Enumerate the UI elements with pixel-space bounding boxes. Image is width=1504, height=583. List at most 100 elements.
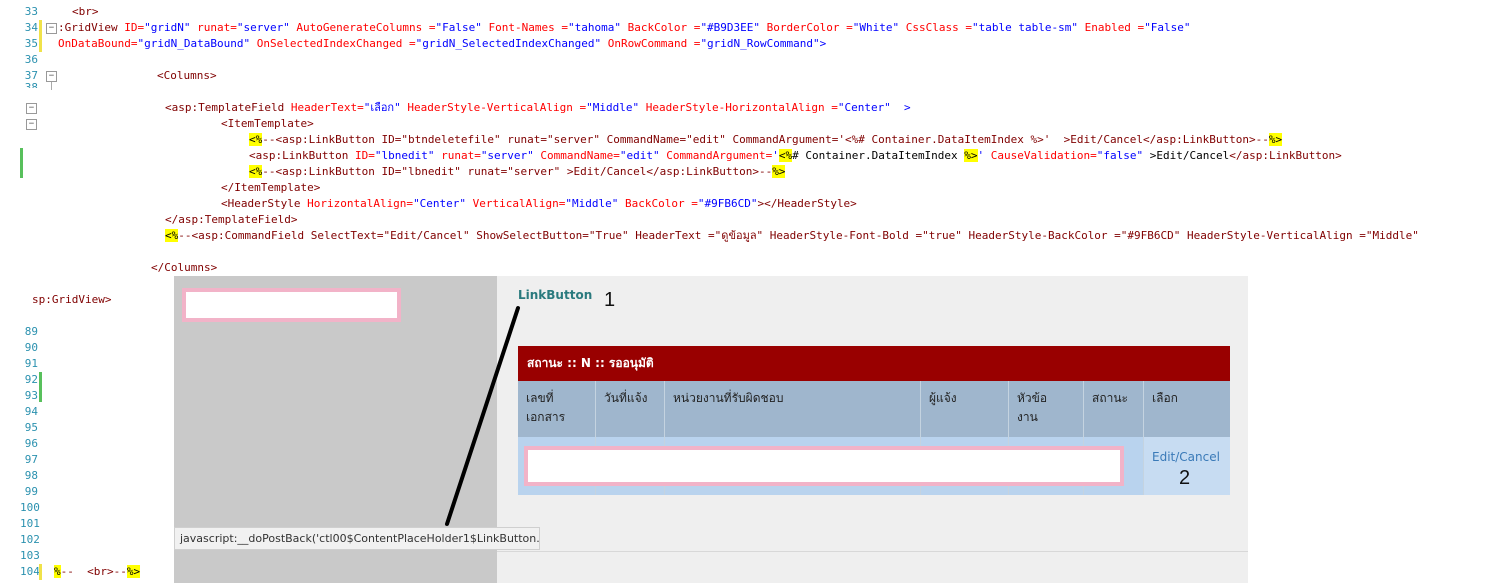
code-token: CommandName= bbox=[533, 149, 620, 162]
line-number: 89 bbox=[24, 325, 38, 338]
code-token: "edit" bbox=[619, 149, 660, 162]
line-number: 98 bbox=[24, 469, 38, 482]
code-token: </asp:TemplateField> bbox=[165, 213, 298, 226]
code-token: "Center" bbox=[413, 197, 467, 210]
code-token: <asp:LinkButton bbox=[249, 149, 355, 162]
code-token: "gridN" bbox=[144, 21, 191, 34]
code-token: BorderColor = bbox=[760, 21, 853, 34]
code-line-104: %-- <br>--%> bbox=[54, 564, 141, 580]
code-token: BackColor = bbox=[618, 197, 698, 210]
line-number: 93 bbox=[24, 389, 38, 402]
code-token: "#9FB6CD" bbox=[697, 197, 758, 210]
code-token: sp:GridView> bbox=[32, 293, 112, 306]
code-token: AutoGenerateColumns = bbox=[289, 21, 436, 34]
line-number: 100 bbox=[20, 501, 40, 514]
code-token: # Container.DataItemIndex bbox=[792, 149, 965, 162]
code-token: Enabled = bbox=[1077, 21, 1145, 34]
code-token: "lbnedit" bbox=[374, 149, 435, 162]
browser-preview: LinkButton 1 สถานะ :: N :: รออนุมัติ เลข… bbox=[174, 276, 1248, 583]
code-token: </ItemTemplate> bbox=[221, 181, 321, 194]
line-number: 35 bbox=[24, 37, 38, 50]
code-token: > bbox=[819, 37, 827, 50]
line-number: 92 bbox=[24, 373, 38, 386]
fold-toggle-icon[interactable]: − bbox=[26, 119, 37, 130]
annotation-line bbox=[445, 306, 520, 526]
code-token: runat= bbox=[434, 149, 481, 162]
code-token: "Center" bbox=[837, 101, 891, 114]
line-number: 36 bbox=[24, 53, 38, 66]
change-marker bbox=[39, 20, 42, 36]
change-marker bbox=[39, 564, 42, 580]
fold-toggle-icon[interactable]: − bbox=[46, 23, 57, 34]
code-line-33: <br> bbox=[72, 4, 99, 20]
code-token: "Middle" bbox=[586, 101, 640, 114]
code-line-37: <Columns> bbox=[157, 68, 217, 84]
line-number: 104 bbox=[20, 565, 40, 578]
code-token: <asp:TemplateField bbox=[165, 101, 291, 114]
code-line-40: <ItemTemplate> bbox=[221, 116, 314, 132]
line-number: 91 bbox=[24, 357, 38, 370]
divider bbox=[497, 551, 1248, 552]
code-token: OnSelectedIndexChanged = bbox=[250, 37, 416, 50]
code-token: "server" bbox=[236, 21, 290, 34]
code-token: <HeaderStyle bbox=[221, 197, 308, 210]
code-token: BackColor = bbox=[620, 21, 701, 34]
fold-toggle-icon[interactable]: − bbox=[26, 103, 37, 114]
code-token: "gridN_SelectedIndexChanged" bbox=[415, 37, 602, 50]
code-token: ID= bbox=[124, 21, 145, 34]
change-marker bbox=[39, 36, 42, 52]
line-number: 33 bbox=[24, 5, 38, 18]
code-line-51: sp:GridView> bbox=[32, 292, 111, 308]
code-token: %> bbox=[964, 149, 978, 162]
code-token: <% bbox=[165, 229, 179, 242]
code-line-46: </asp:TemplateField> bbox=[165, 212, 297, 228]
code-token: --<asp:LinkButton ID="btndeletefile" run… bbox=[262, 133, 1269, 146]
line-number: 103 bbox=[20, 549, 40, 562]
code-token: OnDataBound= bbox=[58, 37, 138, 50]
code-token: CommandArgument= bbox=[659, 149, 773, 162]
code-line-35: OnDataBound="gridN_DataBound" OnSelected… bbox=[58, 36, 826, 52]
code-token: --<asp:CommandField SelectText="Edit/Can… bbox=[178, 229, 1419, 242]
line-number: 102 bbox=[20, 533, 40, 546]
line-number: 101 bbox=[20, 517, 40, 530]
code-token: "False" bbox=[435, 21, 482, 34]
code-token: CauseValidation= bbox=[984, 149, 1097, 162]
code-token: %> bbox=[1268, 133, 1283, 146]
code-token: % bbox=[54, 565, 61, 578]
status-bar: javascript:__doPostBack('ctl00$ContentPl… bbox=[174, 527, 540, 550]
code-token: <br> bbox=[72, 5, 99, 18]
code-token: HeaderStyle-HorizontalAlign = bbox=[639, 101, 838, 114]
code-line-42: <asp:LinkButton ID="lbnedit" runat="serv… bbox=[249, 148, 1342, 164]
fold-toggle-icon[interactable]: − bbox=[46, 71, 57, 82]
code-token: Font-Names = bbox=[481, 21, 568, 34]
code-token: <% bbox=[778, 149, 793, 162]
code-token: CssClass = bbox=[899, 21, 972, 34]
code-token: "#B9D3EE" bbox=[700, 21, 761, 34]
code-token: "table table-sm" bbox=[971, 21, 1078, 34]
code-token: </asp:LinkButton> bbox=[1229, 149, 1342, 162]
code-token: VerticalAlign= bbox=[466, 197, 566, 210]
code-token: :GridView bbox=[58, 21, 125, 34]
code-line-43: <%--<asp:LinkButton ID="lbnedit" runat="… bbox=[249, 164, 786, 180]
code-line-45: <HeaderStyle HorizontalAlign="Center" Ve… bbox=[221, 196, 857, 212]
change-marker bbox=[39, 372, 42, 402]
code-token: OnRowCommand = bbox=[601, 37, 701, 50]
code-token: <ItemTemplate> bbox=[221, 117, 314, 130]
code-token: <Columns> bbox=[157, 69, 217, 82]
line-number: 38 bbox=[24, 81, 38, 88]
code-token: %> bbox=[126, 565, 141, 578]
code-token: <% bbox=[249, 133, 263, 146]
code-token: ' bbox=[772, 149, 779, 162]
code-token: -- <br>-- bbox=[60, 565, 127, 578]
code-token: HeaderText= bbox=[290, 101, 364, 114]
line-number: 90 bbox=[24, 341, 38, 354]
code-token: runat= bbox=[190, 21, 237, 34]
code-token: "tahoma" bbox=[567, 21, 621, 34]
line-number: 34 bbox=[24, 21, 38, 34]
line-number: 95 bbox=[24, 421, 38, 434]
code-token: HorizontalAlign= bbox=[307, 197, 414, 210]
code-line-41: <%--<asp:LinkButton ID="btndeletefile" r… bbox=[249, 132, 1283, 148]
code-line-34: :GridView ID="gridN" runat="server" Auto… bbox=[58, 20, 1191, 36]
code-line-39: <asp:TemplateField HeaderText="เลือก" He… bbox=[165, 100, 911, 116]
line-number: 94 bbox=[24, 405, 38, 418]
